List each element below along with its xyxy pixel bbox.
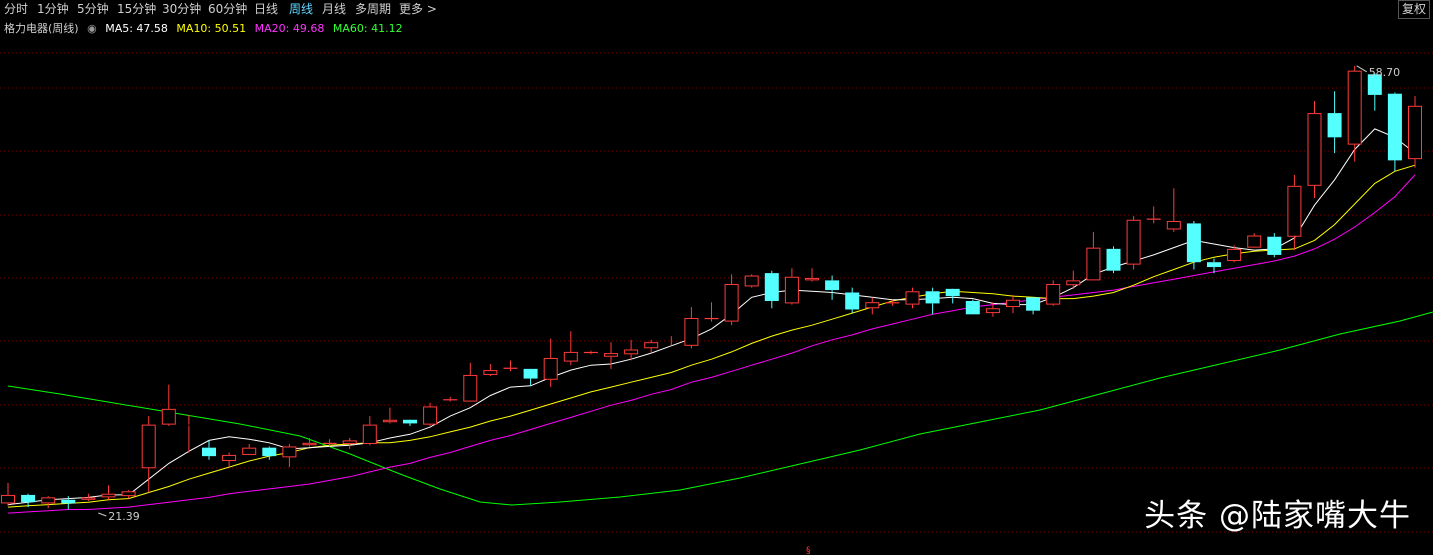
period-tab[interactable]: 日线 — [254, 1, 278, 18]
candle-body-up — [1287, 185, 1302, 237]
candle-body-down — [403, 419, 417, 424]
candle-body-up — [362, 424, 377, 445]
candle-body-down — [925, 291, 940, 304]
candle-body-up — [302, 442, 317, 446]
ma20-value: MA20: 49.68 — [254, 22, 325, 35]
period-tab[interactable]: 30分钟 — [162, 1, 201, 18]
candle-body-up — [805, 277, 819, 281]
more-menu[interactable]: 更多 > — [399, 1, 437, 18]
candle-body-up — [543, 357, 558, 380]
candle-body-up — [563, 351, 578, 362]
max-price-label: 58.70 — [1369, 66, 1401, 79]
period-tab[interactable]: 15分钟 — [117, 1, 156, 18]
ma60-value: MA60: 41.12 — [332, 22, 403, 35]
candle-body-down — [523, 368, 538, 379]
period-toolbar: 分时 1分钟 5分钟 15分钟 30分钟 60分钟 日线 周线 月线 多周期 更… — [0, 0, 1433, 19]
candle-body-up — [1046, 284, 1061, 305]
period-tab[interactable]: 5分钟 — [77, 1, 109, 18]
candle-body-down — [845, 292, 860, 310]
candle-body-up — [1227, 248, 1242, 261]
candle-body-up — [242, 447, 257, 455]
candle-body-up — [463, 374, 478, 402]
candle-body-down — [262, 447, 277, 457]
candle-body-up — [41, 497, 56, 504]
candle-body-down — [61, 499, 76, 504]
stock-title: 格力电器(周线) — [4, 22, 79, 35]
candle-body-up — [423, 406, 438, 425]
candle-body-up — [1307, 113, 1322, 186]
period-tab[interactable]: 分时 — [4, 1, 28, 18]
toggle-icon[interactable]: ◉ — [87, 22, 97, 35]
candle-body-down — [1186, 223, 1201, 263]
scroll-marker: § — [806, 546, 811, 555]
ma10-line — [7, 164, 1416, 508]
candle-body-down — [1106, 248, 1121, 271]
candle-body-up — [1126, 219, 1141, 265]
candle-body-up — [724, 284, 739, 322]
candle-body-up — [1006, 299, 1020, 308]
candle-body-down — [764, 273, 779, 301]
candle-body-up — [644, 342, 659, 349]
min-price-label: 21.39 — [108, 510, 140, 523]
period-tab[interactable]: 月线 — [322, 1, 346, 18]
ma10-value: MA10: 50.51 — [176, 22, 247, 35]
candle-body-up — [744, 275, 759, 287]
candle-body-up — [1166, 220, 1181, 230]
candle-body-up — [865, 302, 880, 309]
candle-body-up — [604, 353, 618, 357]
ma20-line — [7, 174, 1416, 514]
stock-chart-window: 分时 1分钟 5分钟 15分钟 30分钟 60分钟 日线 周线 月线 多周期 更… — [0, 0, 1433, 555]
ma-legend: 格力电器(周线) ◉ MA5: 47.58 MA10: 50.51 MA20: … — [4, 21, 408, 36]
candle-body-up — [905, 291, 920, 305]
candle-body-up — [342, 440, 357, 445]
candle-body-up — [1, 494, 15, 504]
candle-body-down — [1267, 236, 1282, 255]
candle-body-up — [382, 419, 397, 423]
candle-body-up — [1247, 235, 1262, 248]
candle-body-up — [161, 408, 176, 425]
candle-body-up — [1408, 105, 1422, 160]
candle-body-up — [985, 308, 1000, 314]
period-tab[interactable]: 1分钟 — [37, 1, 69, 18]
candle-body-up — [624, 349, 639, 355]
candle-body-up — [101, 493, 116, 498]
candle-body-down — [202, 447, 216, 457]
candle-body-down — [21, 494, 36, 503]
candle-body-up — [483, 370, 498, 375]
candle-body-down — [1387, 93, 1402, 161]
candle-body-up — [784, 276, 799, 304]
candle-body-up — [81, 497, 96, 500]
candle-body-down — [1207, 262, 1221, 268]
candle-body-up — [282, 446, 297, 458]
ma5-value: MA5: 47.58 — [105, 22, 168, 35]
period-tab[interactable]: 60分钟 — [208, 1, 247, 18]
period-tab-weekly[interactable]: 周线 — [289, 1, 313, 18]
adjust-button[interactable]: 复权 — [1397, 0, 1430, 19]
candle-body-down — [945, 288, 960, 297]
period-tab[interactable]: 多周期 — [355, 1, 391, 18]
candle-body-down — [965, 300, 980, 315]
candle-body-up — [222, 454, 237, 461]
candle-body-up — [1066, 280, 1081, 286]
candle-body-up — [1347, 70, 1362, 145]
candle-body-down — [825, 280, 840, 291]
watermark: 头条 @陆家嘴大牛 — [1144, 498, 1411, 534]
candle-body-up — [1086, 247, 1101, 281]
candle-body-down — [1327, 113, 1342, 138]
candle-body-up — [121, 491, 136, 497]
candle-body-up — [684, 317, 699, 346]
candlestick-plot[interactable]: 58.70 21.39 § — [0, 36, 1433, 555]
min-pointer — [98, 512, 107, 517]
candle-body-up — [141, 424, 156, 469]
candle-body-down — [1026, 297, 1041, 311]
